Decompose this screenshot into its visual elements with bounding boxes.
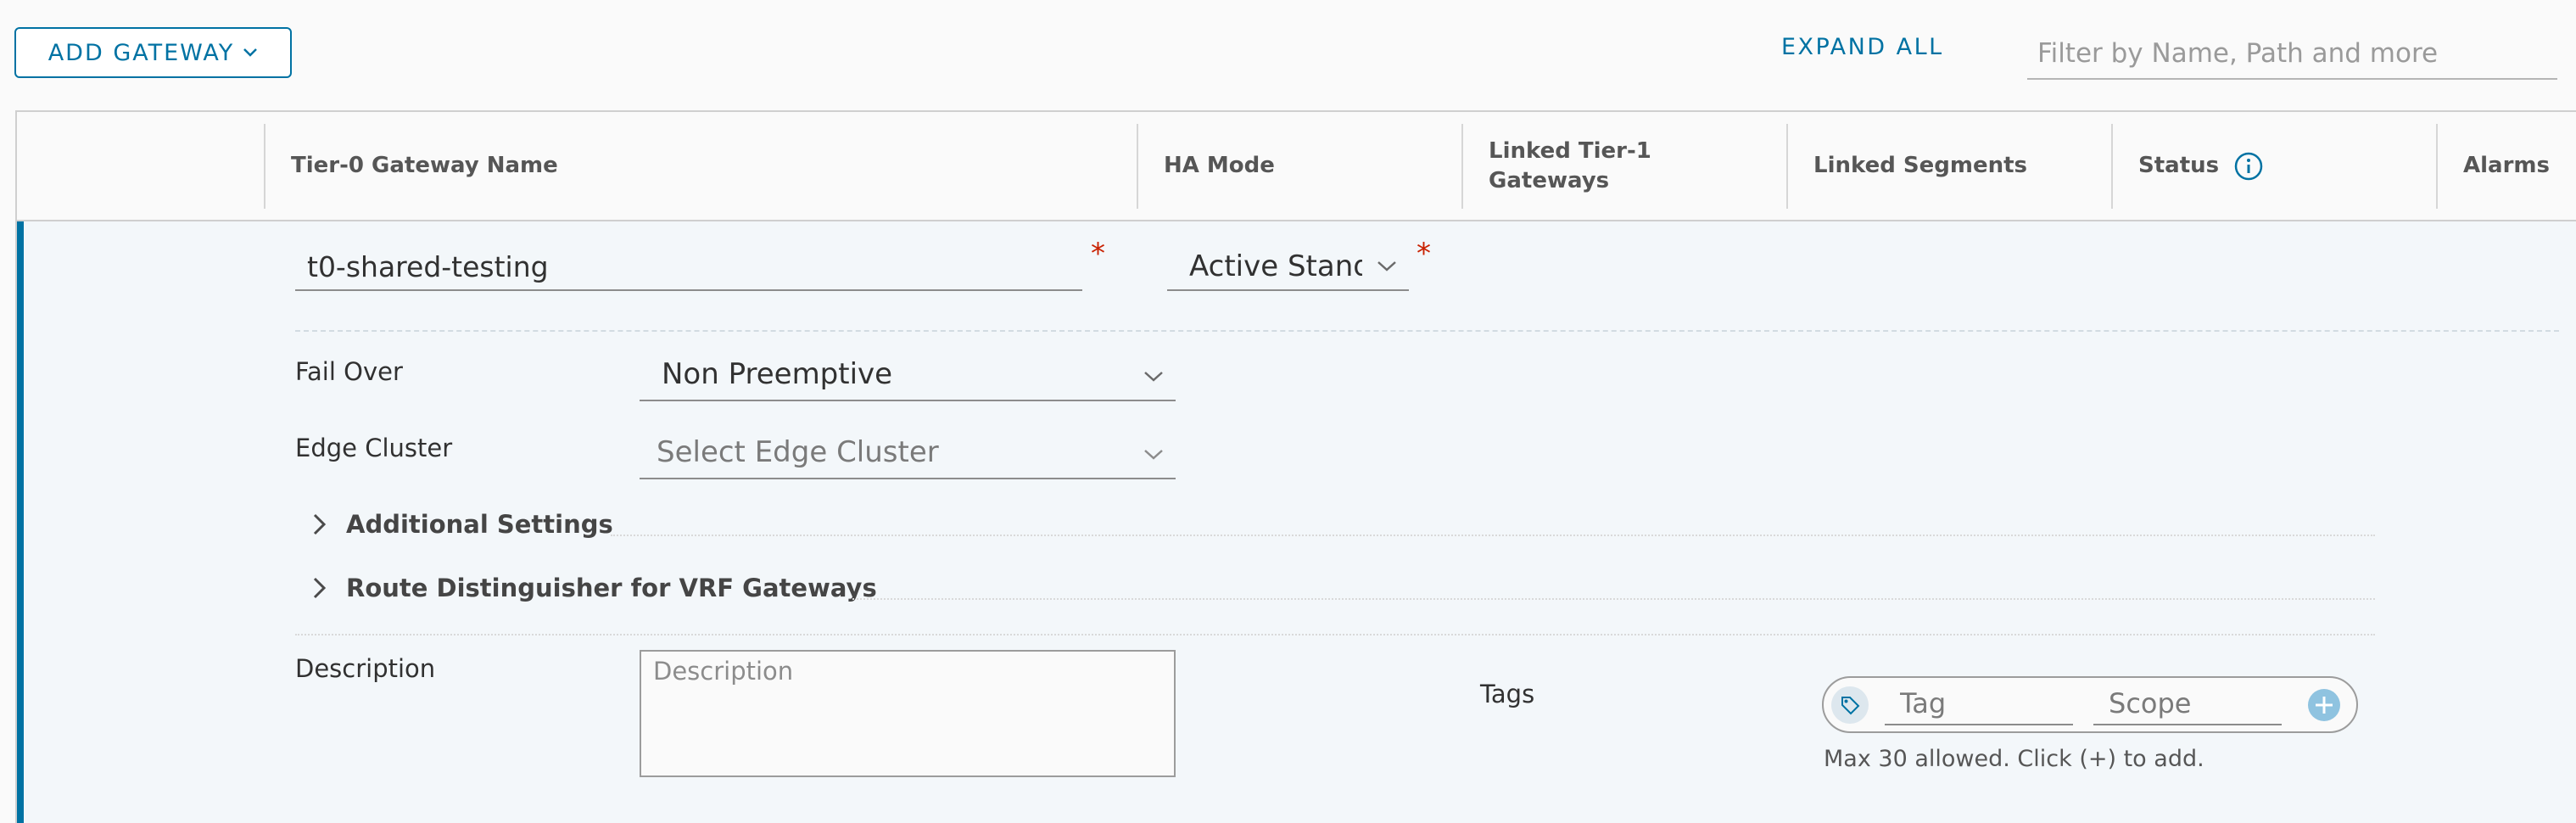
- fail-over-value: Non Preemptive: [662, 357, 893, 391]
- column-header-linked-tier1[interactable]: Linked Tier-1 Gateways: [1489, 112, 1684, 220]
- edge-cluster-placeholder: Select Edge Cluster: [657, 435, 939, 469]
- chevron-down-icon: [1144, 450, 1163, 460]
- edge-cluster-label: Edge Cluster: [295, 434, 453, 462]
- column-header-name[interactable]: Tier-0 Gateway Name: [291, 112, 558, 220]
- chevron-down-icon: [243, 48, 258, 57]
- column-header-alarms[interactable]: Alarms: [2463, 112, 2550, 220]
- route-distinguisher-title: Route Distinguisher for VRF Gateways: [346, 574, 877, 602]
- filter-input[interactable]: [2027, 29, 2557, 80]
- additional-settings-title: Additional Settings: [346, 510, 613, 539]
- column-header-linked-segments[interactable]: Linked Segments: [1813, 112, 2027, 220]
- route-distinguisher-toggle[interactable]: Route Distinguisher for VRF Gateways: [295, 574, 877, 602]
- column-separator[interactable]: [1137, 124, 1138, 209]
- column-separator[interactable]: [264, 124, 265, 209]
- required-indicator: *: [1417, 237, 1431, 271]
- tags-hint: Max 30 allowed. Click (+) to add.: [1824, 746, 2204, 772]
- info-icon[interactable]: [2234, 152, 2263, 181]
- ha-mode-select[interactable]: Active Standby: [1167, 244, 1409, 291]
- description-textarea[interactable]: [640, 650, 1176, 777]
- required-indicator: *: [1091, 237, 1105, 271]
- gateway-name-input[interactable]: t0-shared-testing: [295, 244, 1082, 291]
- add-gateway-button[interactable]: ADD GATEWAY: [14, 27, 292, 78]
- column-header-ha-mode[interactable]: HA Mode: [1164, 112, 1275, 220]
- scope-input[interactable]: [2093, 683, 2282, 725]
- tag-input[interactable]: [1885, 683, 2073, 725]
- fail-over-label: Fail Over: [295, 357, 403, 386]
- chevron-down-icon: [1144, 372, 1163, 382]
- tag-icon: [1831, 686, 1869, 724]
- expand-all-button[interactable]: EXPAND ALL: [1781, 34, 1944, 60]
- grid-header: Tier-0 Gateway Name HA Mode Linked Tier-…: [17, 112, 2576, 221]
- column-separator[interactable]: [1786, 124, 1788, 209]
- section-divider: [611, 535, 2375, 536]
- ha-mode-value: Active Standby: [1189, 249, 1362, 283]
- column-separator[interactable]: [2111, 124, 2113, 209]
- status-header-label: Status: [2138, 153, 2220, 178]
- chevron-down-icon: [1377, 261, 1396, 272]
- column-header-status[interactable]: Status: [2138, 112, 2263, 220]
- fail-over-select[interactable]: Non Preemptive: [640, 349, 1176, 401]
- row-divider: [295, 330, 2559, 332]
- chevron-right-icon: [313, 513, 327, 535]
- section-divider: [295, 634, 2375, 635]
- column-separator[interactable]: [1461, 124, 1463, 209]
- edge-cluster-select[interactable]: Select Edge Cluster: [640, 427, 1176, 479]
- add-gateway-label: ADD GATEWAY: [47, 39, 235, 66]
- column-separator[interactable]: [2436, 124, 2438, 209]
- row-selection-accent: [17, 221, 24, 823]
- additional-settings-toggle[interactable]: Additional Settings: [295, 510, 613, 539]
- tags-input-group: [1822, 676, 2358, 733]
- gateway-edit-row: t0-shared-testing * Active Standby * Fai…: [17, 221, 2576, 823]
- description-label: Description: [295, 654, 436, 683]
- tags-label: Tags: [1480, 680, 1535, 708]
- gateway-grid: Tier-0 Gateway Name HA Mode Linked Tier-…: [15, 110, 2576, 823]
- section-divider: [852, 598, 2375, 600]
- chevron-right-icon: [313, 577, 327, 599]
- plus-circle-icon[interactable]: [2307, 688, 2341, 722]
